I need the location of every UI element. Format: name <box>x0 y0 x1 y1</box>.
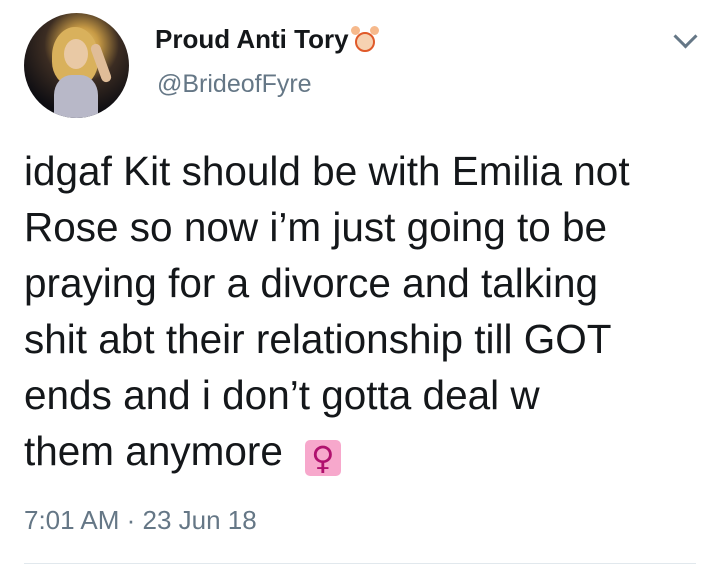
display-name[interactable]: Proud Anti Tory <box>155 24 349 55</box>
tweet-text-line: shit abt their relationship till GOT <box>24 316 612 362</box>
chevron-down-icon[interactable] <box>673 24 698 49</box>
tweet-text-line: idgaf Kit should be with Emilia not <box>24 148 630 194</box>
tweet-text-line: praying for a divorce and talking <box>24 260 599 306</box>
tweet-text-line: ends and i don’t gotta deal w <box>24 372 540 418</box>
tweet-text: idgaf Kit should be with Emilia not Rose… <box>24 143 714 479</box>
person-gesturing-ok-icon <box>350 25 379 54</box>
divider <box>24 563 696 564</box>
avatar-face <box>64 39 88 69</box>
avatar[interactable] <box>24 13 129 118</box>
tweet-text-line-last: them anymore ♀ <box>24 423 714 479</box>
author-name-row[interactable]: Proud Anti Tory <box>155 24 379 55</box>
timestamp[interactable]: 7:01 AM · 23 Jun 18 <box>24 505 257 536</box>
female-sign-icon: ♀ <box>304 440 341 476</box>
avatar-body <box>54 75 98 118</box>
tweet-text-line: them anymore <box>24 428 283 474</box>
author-handle[interactable]: @BrideofFyre <box>157 70 312 99</box>
tweet-text-line: Rose so now i’m just going to be <box>24 204 608 250</box>
